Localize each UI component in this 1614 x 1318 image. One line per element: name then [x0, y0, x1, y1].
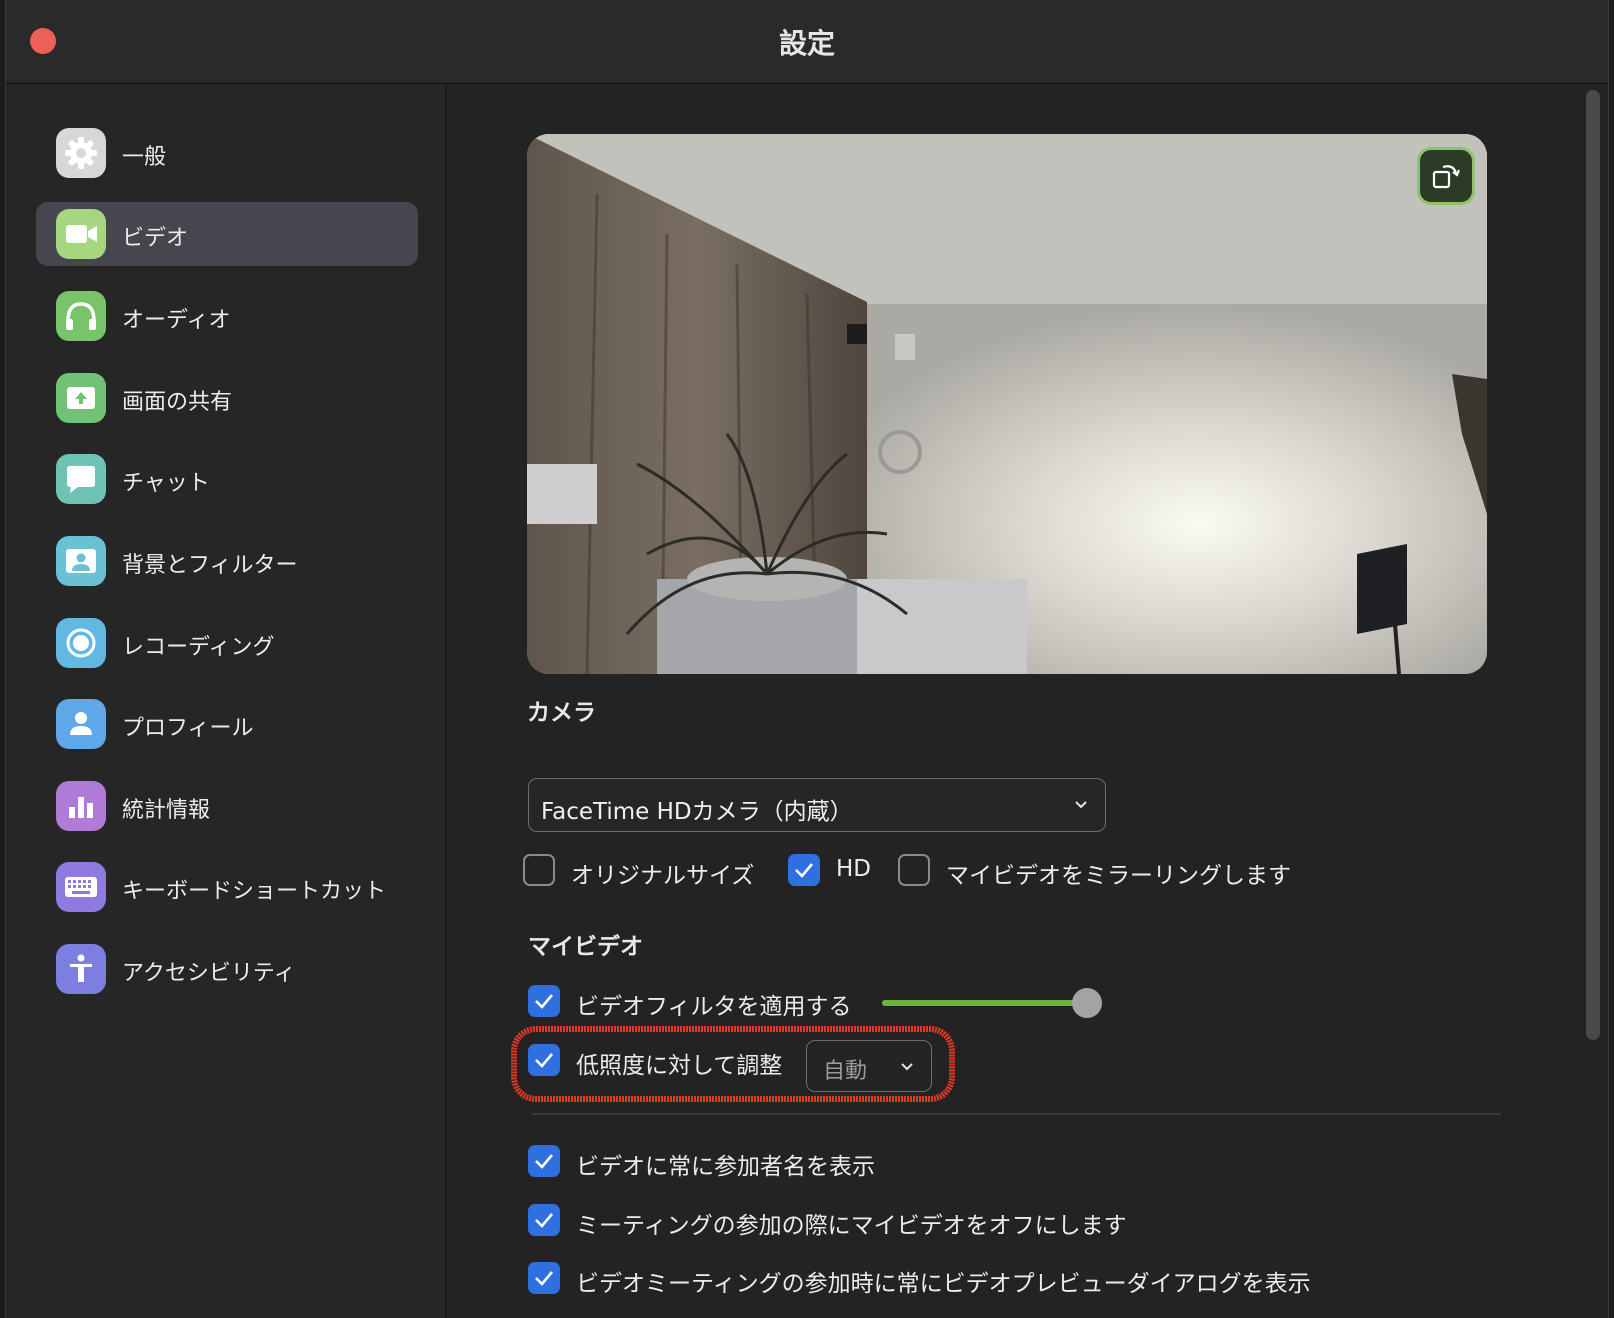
sidebar-item-label: アクセシビリティ [122, 961, 296, 986]
sidebar-item-keyboard-shortcuts[interactable]: キーボードショートカット [36, 855, 418, 919]
sidebar-item-label: ビデオ [122, 226, 189, 251]
sidebar-item-label: レコーディング [122, 635, 275, 660]
sidebar-item-label: チャット [122, 471, 210, 496]
mirror-video-label: マイビデオをミラーリングします [946, 863, 1291, 889]
gear-icon [56, 128, 106, 178]
sidebar-item-statistics[interactable]: 統計情報 [36, 774, 418, 838]
camera-preview [527, 134, 1487, 674]
sidebar-item-chat[interactable]: チャット [36, 447, 418, 511]
video-preview-dialog-label: ビデオミーティングの参加時に常にビデオプレビューダイアログを表示 [576, 1271, 1311, 1297]
video-preview-dialog-checkbox[interactable] [528, 1262, 560, 1294]
divider [532, 1113, 1501, 1115]
turn-off-video-checkbox[interactable] [528, 1204, 560, 1236]
show-participant-names-label: ビデオに常に参加者名を表示 [576, 1154, 875, 1180]
sidebar-item-label: 画面の共有 [122, 390, 233, 415]
mirror-video-checkbox[interactable] [898, 854, 930, 886]
camera-select-value: FaceTime HDカメラ（内蔵） [541, 799, 853, 825]
video-camera-icon [56, 209, 106, 259]
sidebar-item-recording[interactable]: レコーディング [36, 611, 418, 675]
keyboard-icon [56, 862, 106, 912]
show-participant-names-checkbox[interactable] [528, 1145, 560, 1177]
video-filter-slider[interactable] [882, 988, 1102, 1018]
window-title: 設定 [778, 27, 835, 60]
scrollbar[interactable] [1586, 90, 1600, 1040]
accessibility-icon [56, 944, 106, 994]
video-filter-label: ビデオフィルタを適用する [576, 994, 852, 1020]
video-filter-checkbox[interactable] [528, 985, 560, 1017]
sidebar-item-label: 一般 [122, 145, 167, 170]
checkmark-icon [535, 1271, 553, 1286]
sidebar-item-label: 背景とフィルター [122, 553, 298, 578]
headphones-icon [56, 291, 106, 341]
sidebar: 一般 ビデオ オーディオ 画面の共有 チャット 背景とフィルター レコーディング… [6, 85, 446, 1318]
sidebar-item-label: 統計情報 [122, 798, 211, 823]
original-size-label: オリジナルサイズ [571, 863, 755, 889]
checkmark-icon [535, 1213, 553, 1228]
sidebar-item-audio[interactable]: オーディオ [36, 284, 418, 348]
sidebar-item-video[interactable]: ビデオ [36, 202, 418, 266]
annotation-highlight [511, 1026, 955, 1102]
checkmark-icon [535, 1154, 553, 1169]
slider-fill [882, 1000, 1087, 1006]
sidebar-item-general[interactable]: 一般 [36, 121, 418, 185]
hd-label: HD [836, 856, 872, 882]
settings-window: 設定 一般 ビデオ オーディオ 画面の共有 チャット 背景とフィルター レコーデ… [5, 0, 1609, 1318]
camera-preview-image [527, 134, 1487, 674]
background-icon [56, 536, 106, 586]
record-icon [56, 618, 106, 668]
video-settings-panel: カメラ [447, 85, 1577, 1318]
rotate-camera-button[interactable] [1417, 147, 1475, 205]
rotate-icon [1432, 165, 1461, 189]
hd-checkbox[interactable] [788, 854, 820, 886]
profile-icon [56, 699, 106, 749]
chat-bubble-icon [56, 454, 106, 504]
sidebar-item-background[interactable]: 背景とフィルター [36, 529, 418, 593]
my-video-section-title: マイビデオ [528, 934, 643, 960]
turn-off-video-label: ミーティングの参加の際にマイビデオをオフにします [576, 1213, 1127, 1239]
sidebar-item-profile[interactable]: プロフィール [36, 692, 418, 756]
original-size-checkbox[interactable] [523, 854, 555, 886]
sidebar-item-share-screen[interactable]: 画面の共有 [36, 366, 418, 430]
checkmark-icon [535, 994, 553, 1009]
chevron-down-icon [1075, 801, 1087, 809]
sidebar-item-label: キーボードショートカット [122, 879, 387, 904]
slider-knob[interactable] [1071, 988, 1102, 1018]
stats-icon [56, 781, 106, 831]
share-screen-icon [56, 373, 106, 423]
camera-section-title: カメラ [527, 700, 596, 726]
camera-select[interactable]: FaceTime HDカメラ（内蔵） [528, 778, 1106, 832]
title-bar: 設定 [6, 0, 1608, 84]
sidebar-item-accessibility[interactable]: アクセシビリティ [36, 937, 418, 1001]
checkmark-icon [795, 863, 813, 878]
sidebar-item-label: オーディオ [122, 308, 231, 333]
sidebar-item-label: プロフィール [122, 716, 254, 741]
